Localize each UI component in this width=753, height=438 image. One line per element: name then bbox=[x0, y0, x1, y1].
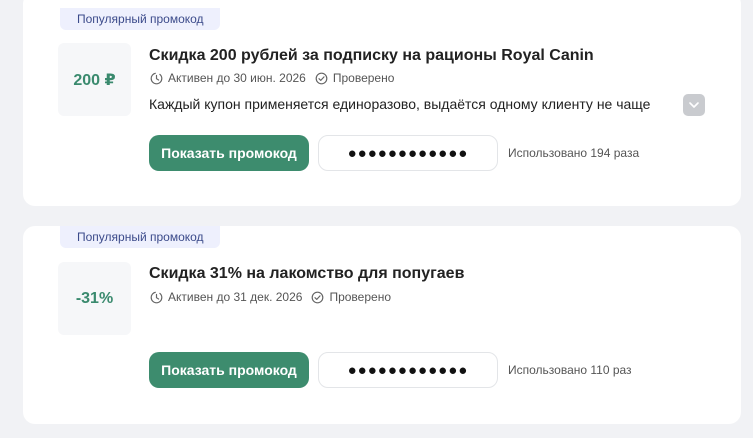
active-until: Активен до 30 июн. 2026 bbox=[168, 71, 306, 85]
usage-count: Использовано 110 раз bbox=[508, 363, 632, 377]
promocode-field[interactable]: ●●●●●●●●●●●● bbox=[318, 352, 498, 388]
verified-label: Проверено bbox=[332, 71, 395, 85]
promo-card: Популярный промокод 200 ₽ Скидка 200 руб… bbox=[23, 0, 741, 206]
clock-icon bbox=[150, 72, 163, 85]
show-promocode-button[interactable]: Показать промокод bbox=[149, 352, 309, 388]
check-circle-icon bbox=[315, 72, 328, 85]
discount-value: 200 ₽ bbox=[58, 43, 131, 116]
promocode-field[interactable]: ●●●●●●●●●●●● bbox=[318, 135, 498, 171]
promo-meta: Активен до 31 дек. 2026 Проверено bbox=[150, 290, 391, 304]
promo-meta: Активен до 30 июн. 2026 Проверено bbox=[150, 71, 394, 85]
verified-label: Проверено bbox=[329, 290, 391, 304]
expand-button[interactable] bbox=[683, 94, 705, 116]
promo-description: Каждый купон применяется единоразово, вы… bbox=[149, 96, 651, 112]
popular-badge: Популярный промокод bbox=[60, 226, 220, 248]
show-promocode-button[interactable]: Показать промокод bbox=[149, 135, 309, 171]
discount-value: -31% bbox=[58, 262, 131, 335]
promo-title[interactable]: Скидка 31% на лакомство для попугаев bbox=[149, 265, 464, 283]
check-circle-icon bbox=[311, 291, 324, 304]
chevron-down-icon bbox=[688, 101, 700, 109]
promo-title[interactable]: Скидка 200 рублей за подписку на рационы… bbox=[149, 47, 594, 65]
popular-badge: Популярный промокод bbox=[60, 8, 220, 30]
clock-icon bbox=[150, 291, 163, 304]
promo-card: Популярный промокод -31% Скидка 31% на л… bbox=[23, 226, 741, 424]
usage-count: Использовано 194 раза bbox=[508, 146, 640, 160]
active-until: Активен до 31 дек. 2026 bbox=[168, 290, 303, 304]
